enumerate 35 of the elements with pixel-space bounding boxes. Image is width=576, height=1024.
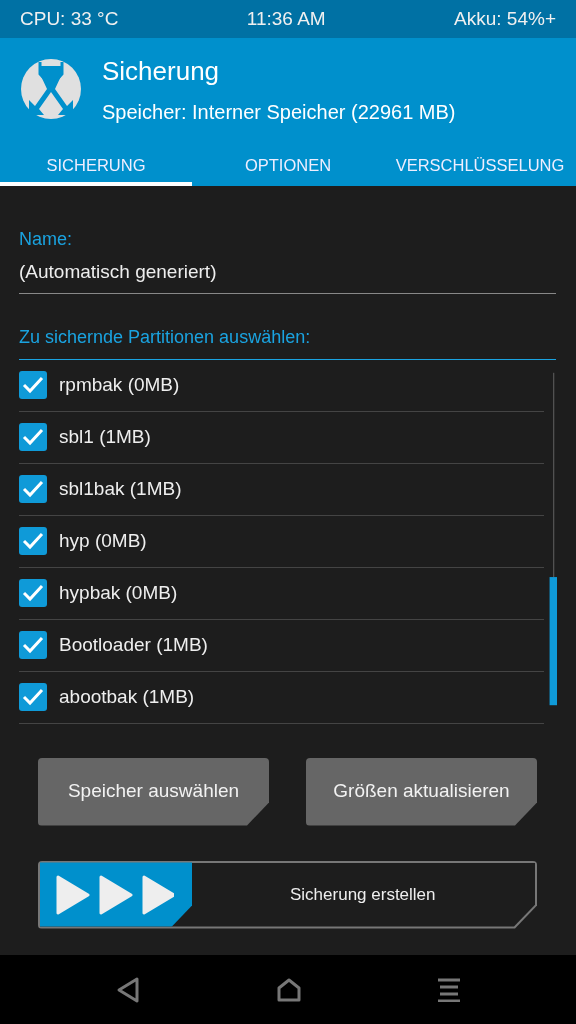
section-label: Zu sichernde Partitionen auswählen:	[19, 323, 556, 360]
checkbox[interactable]	[19, 631, 47, 659]
cpu-temperature: CPU: 33 °C	[20, 6, 119, 31]
tab[interactable]: OPTIONEN	[192, 140, 384, 186]
menu-icon[interactable]	[436, 977, 461, 1002]
partition-label: sbl1bak (1MB)	[59, 476, 182, 501]
home-icon[interactable]	[276, 976, 302, 1003]
storage-button[interactable]: Speicher auswählen	[38, 757, 269, 826]
name-field[interactable]: (Automatisch generiert)	[19, 252, 556, 294]
logo-icon	[20, 58, 82, 120]
partition-label: sbl1 (1MB)	[59, 424, 151, 449]
checkbox[interactable]	[19, 371, 47, 399]
refresh-sizes-button[interactable]: Größen aktualisieren	[306, 757, 537, 826]
swipe-slider[interactable]: Sicherung erstellen	[38, 860, 537, 929]
slider-label: Sicherung erstellen	[290, 883, 436, 906]
back-icon[interactable]	[115, 975, 142, 1004]
partition-label: hyp (0MB)	[59, 528, 147, 553]
partition-label: Bootloader (1MB)	[59, 632, 208, 657]
partition-label: abootbak (1MB)	[59, 684, 195, 709]
checkbox[interactable]	[19, 683, 47, 711]
checkbox[interactable]	[19, 423, 47, 451]
field-label: Name:	[19, 228, 73, 251]
checkbox[interactable]	[19, 579, 47, 607]
slider-handle[interactable]	[38, 860, 192, 929]
checkbox[interactable]	[19, 527, 47, 555]
checkbox[interactable]	[19, 475, 47, 503]
clock: 11:36 AM	[246, 6, 326, 31]
triple-arrow-icon	[56, 874, 174, 915]
partition-label: hypbak (0MB)	[59, 580, 178, 605]
tab[interactable]: SICHERUNG	[0, 140, 192, 186]
page-title: Sicherung	[102, 54, 221, 88]
battery-level: Akku: 54%+	[454, 6, 556, 31]
storage-info: Speicher: Interner Speicher (22961 MB)	[102, 99, 456, 125]
tab[interactable]: VERSCHLÜSSELUNG	[384, 140, 576, 186]
partition-label: rpmbak (0MB)	[59, 372, 180, 397]
